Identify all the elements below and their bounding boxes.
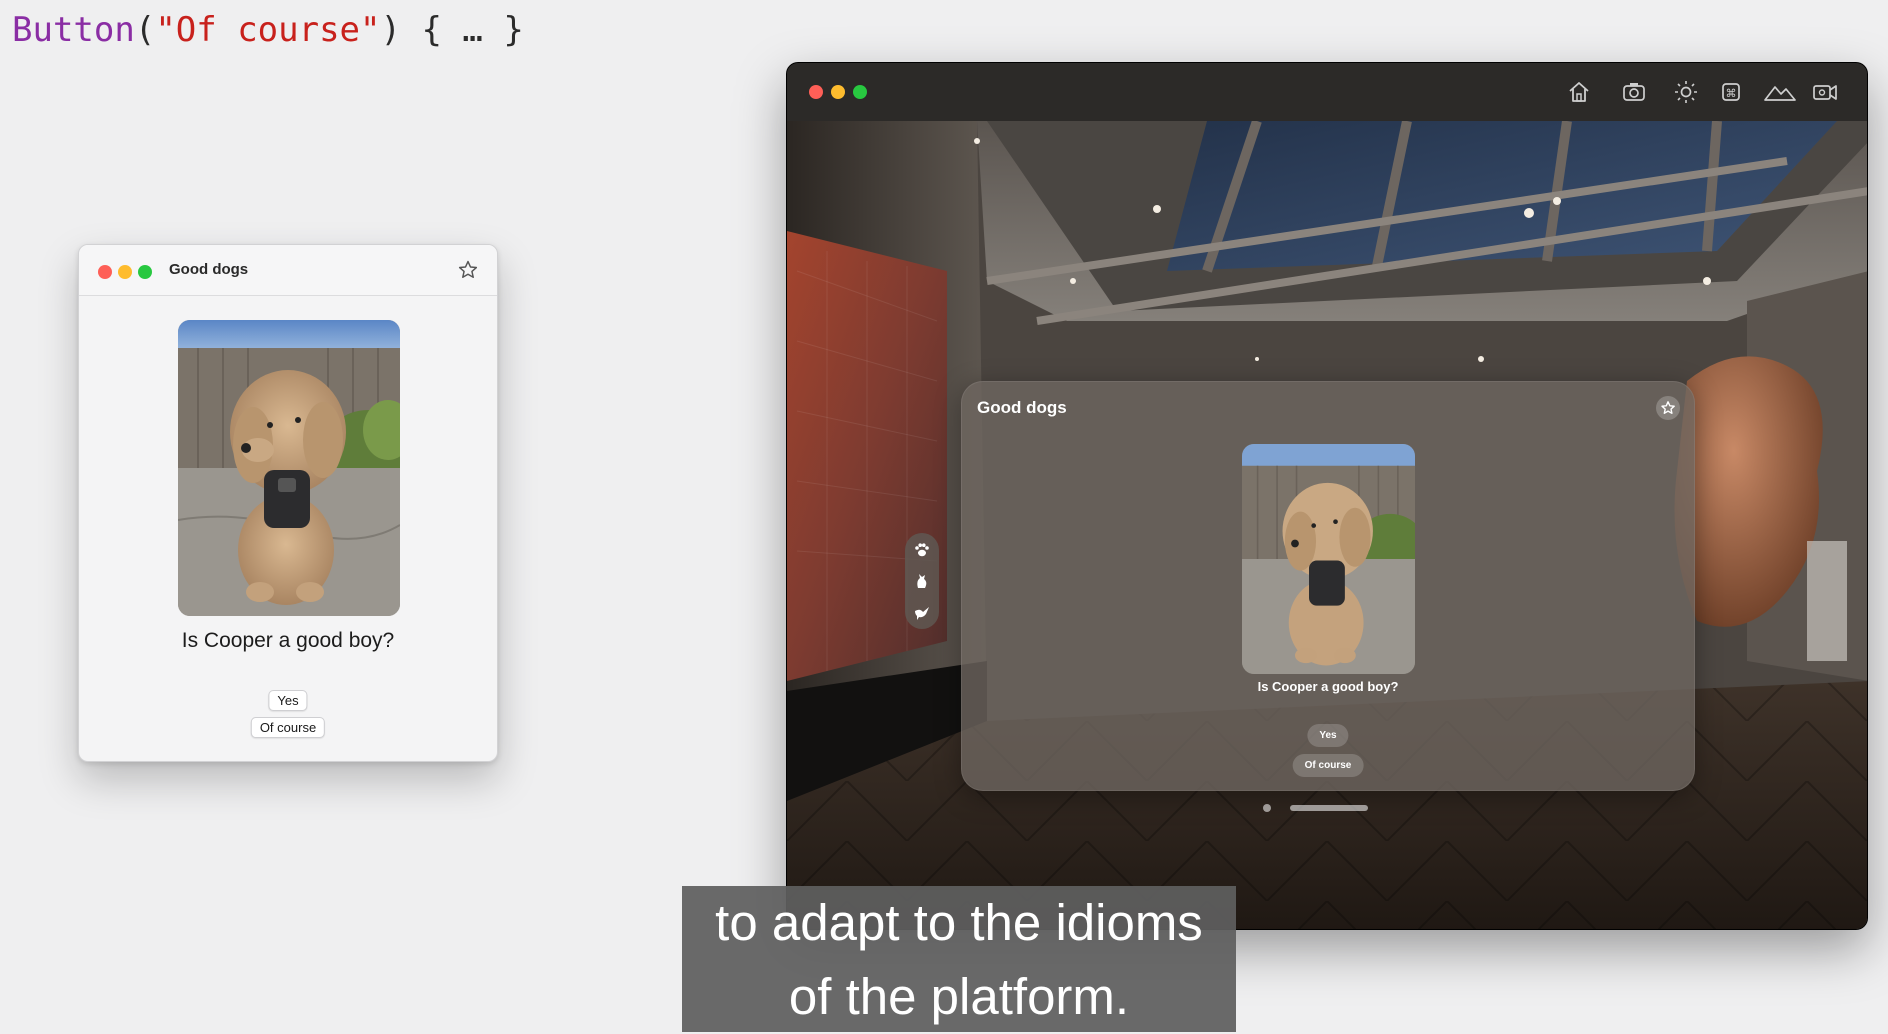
mac-titlebar: Good dogs bbox=[79, 245, 497, 296]
code-keyword: Button bbox=[12, 10, 135, 50]
dog-photo bbox=[178, 320, 400, 616]
code-close-paren: ) bbox=[380, 10, 401, 50]
minimize-button[interactable] bbox=[831, 85, 845, 99]
code-string: "Of course" bbox=[155, 10, 381, 50]
vision-app-window: Good dogs Is Cooper a good boy? Yes Of c… bbox=[961, 381, 1695, 791]
close-button[interactable] bbox=[809, 85, 823, 99]
window-title: Good dogs bbox=[977, 398, 1067, 417]
window-title: Good dogs bbox=[169, 261, 249, 278]
code-snippet: Button("Of course") { … } bbox=[12, 8, 524, 52]
home-icon[interactable] bbox=[1565, 79, 1593, 105]
yes-button[interactable]: Yes bbox=[268, 690, 308, 711]
question-label: Is Cooper a good boy? bbox=[1257, 679, 1399, 694]
star-button[interactable] bbox=[1656, 396, 1680, 420]
zoom-button[interactable] bbox=[138, 265, 152, 279]
window-close-dot[interactable] bbox=[1263, 804, 1271, 812]
star-icon[interactable] bbox=[457, 259, 479, 281]
minimize-button[interactable] bbox=[118, 265, 132, 279]
gallery-environment: Good dogs Is Cooper a good boy? Yes Of c… bbox=[787, 121, 1867, 929]
window-grabber-bar[interactable] bbox=[1290, 805, 1368, 811]
of-course-button[interactable]: Of course bbox=[250, 717, 326, 738]
zoom-button[interactable] bbox=[853, 85, 867, 99]
landscape-icon[interactable] bbox=[1763, 79, 1797, 105]
of-course-button[interactable]: Of course bbox=[1292, 754, 1364, 777]
subtitle-caption: to adapt to the idioms of the platform. bbox=[682, 886, 1236, 1032]
camera-icon[interactable] bbox=[1620, 79, 1648, 105]
simulator-titlebar: ⌘ bbox=[787, 63, 1867, 121]
close-button[interactable] bbox=[98, 265, 112, 279]
code-open-paren: ( bbox=[134, 10, 156, 50]
caption-line-2: of the platform. bbox=[788, 968, 1130, 1025]
mac-app-window: Good dogs Is Cooper a good boy? Yes Of c… bbox=[78, 244, 498, 762]
brightness-icon[interactable] bbox=[1672, 79, 1700, 105]
cat-icon[interactable] bbox=[913, 572, 931, 590]
dog-photo bbox=[1242, 444, 1415, 674]
bird-icon[interactable] bbox=[913, 603, 931, 621]
question-label: Is Cooper a good boy? bbox=[181, 629, 395, 652]
tab-ornament bbox=[905, 533, 939, 629]
video-camera-icon[interactable] bbox=[1811, 79, 1839, 105]
paw-icon[interactable] bbox=[913, 541, 931, 559]
svg-text:⌘: ⌘ bbox=[1726, 87, 1737, 100]
code-body: { … } bbox=[400, 10, 524, 50]
star-icon bbox=[1661, 401, 1675, 414]
yes-button[interactable]: Yes bbox=[1307, 724, 1349, 747]
simulator-window: ⌘ Good dogs Is Cooper a good boy? Yes Of… bbox=[786, 62, 1868, 930]
caption-line-1: to adapt to the idioms bbox=[715, 894, 1203, 951]
command-icon[interactable]: ⌘ bbox=[1717, 79, 1745, 105]
